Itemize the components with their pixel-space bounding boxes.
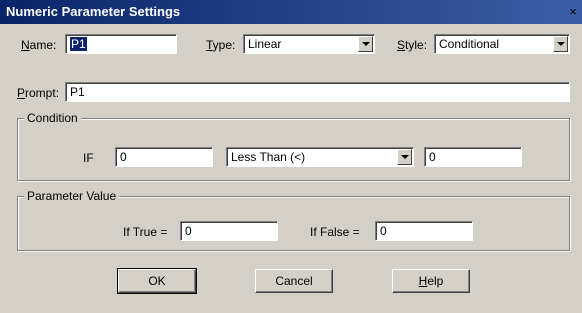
condition-right-value: 0	[429, 150, 436, 164]
help-button[interactable]: Help	[392, 269, 470, 293]
type-label: Type:	[206, 38, 235, 52]
if-true-label: If True =	[123, 225, 168, 239]
style-label-rest: tyle:	[405, 38, 428, 52]
style-label-hotkey: S	[397, 38, 406, 52]
prompt-field[interactable]: P1	[65, 82, 570, 102]
name-value: P1	[70, 37, 87, 51]
close-icon[interactable]: ×	[566, 5, 580, 19]
if-false-field[interactable]: 0	[375, 221, 473, 241]
name-field[interactable]: P1	[65, 34, 177, 54]
prompt-label-hotkey: P	[17, 86, 26, 100]
parameter-value-group	[17, 196, 570, 251]
if-true-field[interactable]: 0	[180, 221, 278, 241]
condition-left-field[interactable]: 0	[115, 147, 213, 167]
ok-button[interactable]: OK	[117, 268, 197, 294]
prompt-label: Prompt:	[17, 86, 59, 100]
numeric-parameter-settings-dialog: Numeric Parameter Settings × Name: P1 Ty…	[0, 0, 582, 313]
window-title: Numeric Parameter Settings	[6, 4, 181, 19]
type-select[interactable]: Linear	[243, 34, 375, 54]
help-button-label-rest: elp	[427, 274, 444, 288]
if-false-label: If False =	[310, 225, 360, 239]
cancel-button[interactable]: Cancel	[255, 269, 333, 293]
if-label: IF	[83, 151, 94, 165]
name-label: Name:	[21, 38, 56, 52]
chevron-down-icon[interactable]	[397, 149, 412, 165]
style-value: Conditional	[439, 37, 500, 51]
condition-right-field[interactable]: 0	[424, 147, 522, 167]
prompt-label-rest: rompt:	[25, 86, 60, 100]
name-label-hotkey: N	[21, 38, 30, 52]
type-label-rest: ype:	[212, 38, 236, 52]
style-select[interactable]: Conditional	[434, 34, 570, 54]
if-false-value: 0	[380, 224, 387, 238]
style-label: Style:	[397, 38, 427, 52]
chevron-down-icon[interactable]	[358, 36, 373, 52]
type-label-hotkey: T	[206, 38, 213, 52]
condition-operator-select[interactable]: Less Than (<)	[226, 147, 414, 167]
condition-operator-value: Less Than (<)	[231, 150, 306, 164]
chevron-down-icon[interactable]	[553, 36, 568, 52]
name-label-rest: ame:	[29, 38, 57, 52]
if-true-value: 0	[185, 224, 192, 238]
prompt-value: P1	[70, 85, 85, 99]
parameter-value-group-title: Parameter Value	[24, 189, 120, 203]
condition-left-value: 0	[120, 150, 127, 164]
type-value: Linear	[248, 37, 282, 51]
title-bar[interactable]: Numeric Parameter Settings	[0, 0, 582, 24]
condition-group-title: Condition	[24, 111, 81, 125]
